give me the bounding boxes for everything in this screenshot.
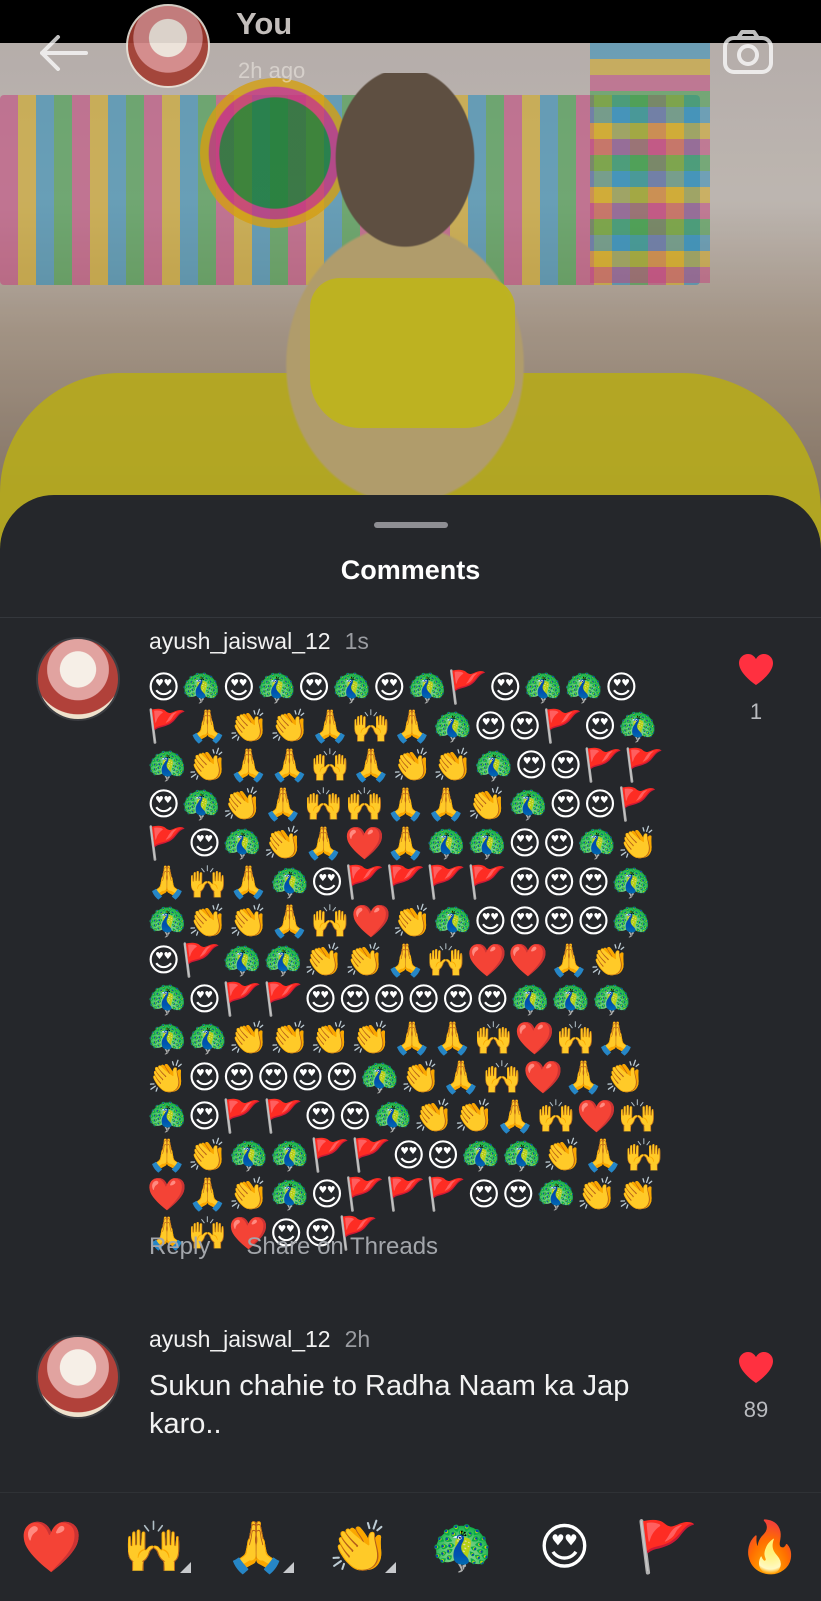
peacock-icon: 🦚 [430,1517,493,1576]
story-username[interactable]: You [236,6,292,42]
like-button[interactable]: 1 [728,653,784,725]
story-timestamp: 2h ago [238,58,306,83]
back-arrow-icon [40,35,88,71]
comments-sheet: Comments ayush_jaiswal_12 1s 😍🦚😍🦚😍🦚😍🦚🚩😍🦚🦚… [0,495,821,1600]
camera-icon [723,30,773,74]
reaction-heart-eyes[interactable]: 😍 [529,1518,599,1576]
reaction-heart[interactable]: ❤️ [16,1518,86,1577]
sheet-drag-handle[interactable] [374,522,448,528]
comment-text: 😍🦚😍🦚😍🦚😍🦚🚩😍🦚🦚😍🚩🙏👏👏🙏🙌🙏🦚😍😍🚩😍🦚🦚👏🙏🙏🙌🙏👏👏🦚😍😍🚩🚩😍… [147,668,665,1252]
reaction-clapping-hands[interactable]: 👏 [324,1517,397,1577]
reaction-raised-hands[interactable]: 🙌 [119,1517,191,1577]
reply-button[interactable]: Reply [149,1233,210,1260]
quick-reaction-bar: ❤️ 🙌 🙏 👏 🦚 😍 🚩 🔥 [0,1492,821,1601]
heart-icon: ❤️ [20,1517,83,1576]
fire-icon: 🔥 [738,1517,801,1576]
comment-timestamp: 2h [344,1326,371,1352]
comment-username[interactable]: ayush_jaiswal_12 [149,1326,331,1352]
reaction-peacock[interactable]: 🦚 [427,1518,497,1577]
folded-hands-icon: 🙏 [225,1517,288,1576]
clapping-hands-icon: 👏 [328,1517,391,1576]
story-image [0,43,821,563]
like-count: 89 [743,1397,769,1422]
reaction-flag[interactable]: 🚩 [632,1518,702,1577]
triangular-flag-icon: 🚩 [635,1517,699,1576]
avatar[interactable] [36,637,120,721]
avatar[interactable] [36,1335,120,1419]
sheet-title: Comments [340,555,481,585]
more-variants-indicator [385,1561,397,1573]
like-count: 1 [749,699,763,724]
story-avatar[interactable] [126,4,210,88]
divider [0,617,821,618]
back-button[interactable] [36,30,90,76]
like-button[interactable]: 89 [728,1351,784,1423]
reaction-fire[interactable]: 🔥 [735,1518,805,1577]
reaction-folded-hands[interactable]: 🙏 [222,1517,294,1577]
more-variants-indicator [282,1561,294,1573]
camera-button[interactable] [720,26,776,78]
raised-hands-icon: 🙌 [122,1517,186,1576]
more-variants-indicator [179,1561,191,1573]
heart-eyes-icon: 😍 [538,1518,591,1576]
comment-username[interactable]: ayush_jaiswal_12 [149,628,331,654]
status-bar [0,0,821,43]
share-on-threads-button[interactable]: Share on Threads [246,1233,438,1260]
heart-filled-icon [739,1352,773,1383]
comment-timestamp: 1s [344,628,369,654]
heart-filled-icon [739,654,773,685]
comment-text: Sukun chahie to Radha Naam ka Jap karo.. [149,1370,630,1440]
